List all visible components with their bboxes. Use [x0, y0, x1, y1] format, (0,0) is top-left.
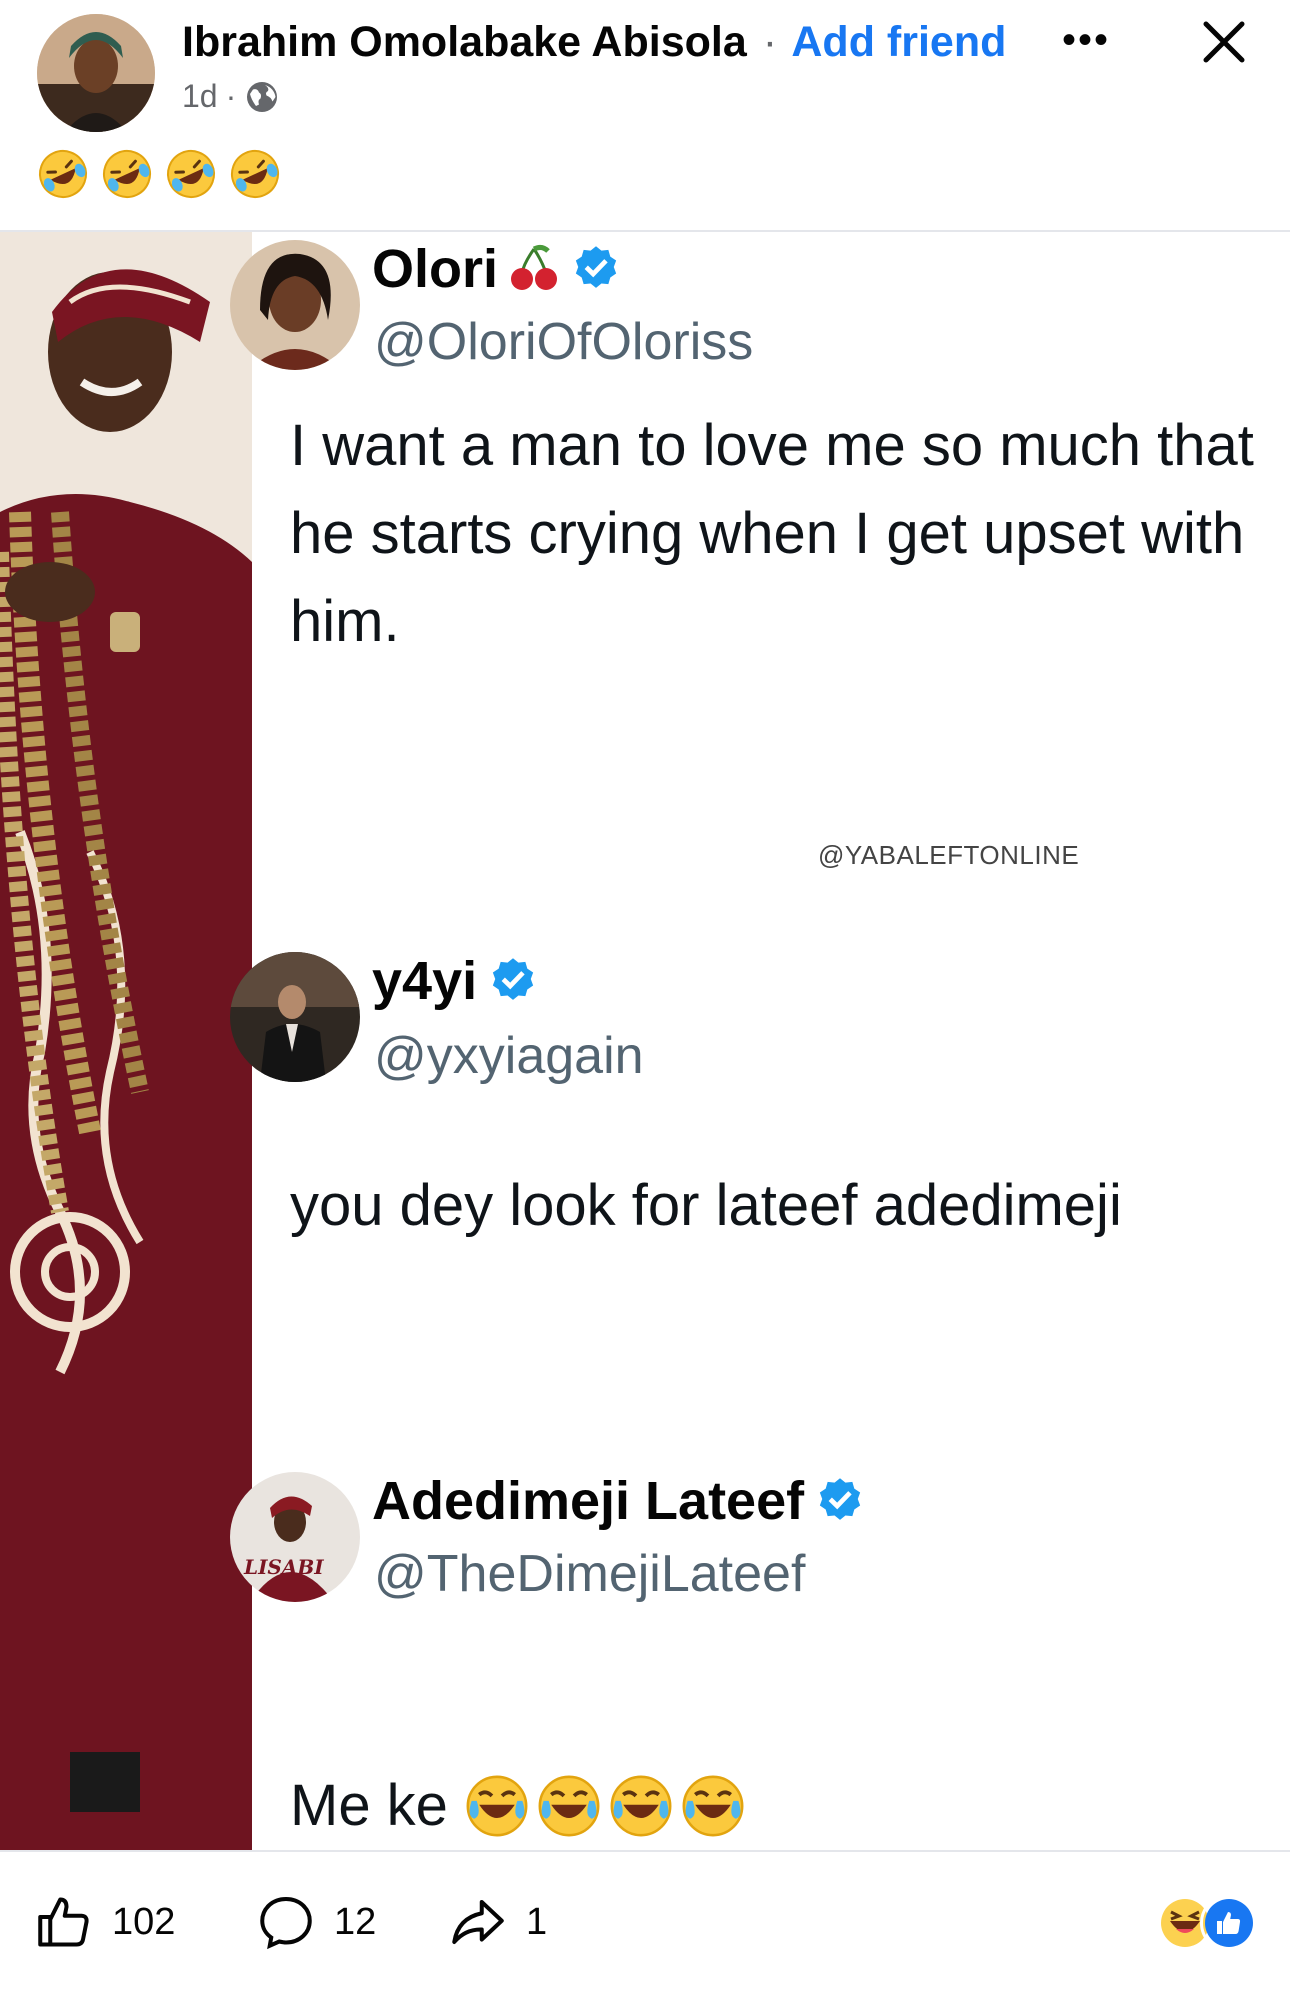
rolling-laughing-emoji-icon [39, 150, 87, 198]
tweet-screenshot: Olori @OloriOfOloriss I want a man to lo… [230, 232, 1290, 1850]
tweet-text-line: Me ke [290, 1762, 746, 1850]
share-count: 1 [526, 1900, 548, 1943]
tears-of-joy-emoji-icon [538, 1775, 600, 1837]
meta-separator: · [225, 78, 237, 114]
author-name[interactable]: Ibrahim Omolabake Abisola [182, 18, 747, 66]
tweet-text: you dey look for lateef adedimeji [290, 1173, 1122, 1238]
tweet-text: I want a man to love me so much that he … [290, 413, 1254, 654]
author-line: Ibrahim Omolabake Abisola · Add friend [182, 18, 1006, 67]
author-avatar[interactable] [37, 14, 155, 132]
tweet-handle: @OloriOfOloriss [374, 313, 754, 371]
share-icon [452, 1900, 504, 1944]
cherries-emoji-icon [511, 244, 558, 290]
tears-of-joy-emoji-icon [682, 1775, 744, 1837]
header-separator: · [762, 18, 778, 66]
comment-count: 12 [334, 1900, 377, 1943]
rolling-laughing-emoji-icon [231, 150, 279, 198]
tweet-handle: @TheDimejiLateef [374, 1545, 806, 1603]
like-button[interactable]: 102 [34, 1892, 175, 1952]
watermark: @YABALEFTONLINE [818, 840, 1080, 870]
comment-icon [260, 1896, 312, 1950]
tweet-author-name: y4yi [372, 950, 539, 1012]
verified-badge-icon [575, 246, 617, 288]
tweet-handle: @yxyiagain [374, 1027, 644, 1085]
man-in-agbada-photo [0, 232, 252, 1850]
globe-icon [247, 81, 278, 112]
rolling-laughing-emoji-icon [167, 150, 215, 198]
post-image[interactable]: Olori @OloriOfOloriss I want a man to lo… [0, 230, 1290, 1850]
verified-badge-icon [819, 1478, 861, 1520]
tears-of-joy-emoji-icon [466, 1775, 528, 1837]
tweet-text: Me ke [290, 1773, 448, 1838]
tweet-avatar [230, 240, 360, 370]
like-count: 102 [112, 1900, 176, 1943]
tweet-avatar: LISABI [230, 1472, 360, 1602]
post-caption [37, 148, 281, 200]
verified-badge-icon [492, 958, 534, 1000]
tears-of-joy-emoji-icon [610, 1775, 672, 1837]
tweet-avatar [230, 952, 360, 1082]
more-options-icon[interactable]: ••• [1062, 18, 1110, 63]
avatar-logo-text: LISABI [243, 1555, 324, 1579]
close-icon[interactable] [1196, 14, 1252, 70]
post-time[interactable]: 1d [182, 78, 218, 115]
tweet-author-name: Olori [372, 238, 622, 300]
post-meta: 1d · [182, 78, 280, 115]
share-button[interactable]: 1 [448, 1892, 547, 1952]
like-reaction-icon [1200, 1894, 1258, 1952]
post-header: Ibrahim Omolabake Abisola · Add friend 1… [0, 0, 1290, 230]
tweet-author-name: Adedimeji Lateef [372, 1470, 866, 1532]
add-friend-link[interactable]: Add friend [791, 18, 1006, 66]
rolling-laughing-emoji-icon [103, 150, 151, 198]
thumbs-up-icon [38, 1897, 89, 1947]
comment-button[interactable]: 12 [256, 1892, 376, 1952]
post-actions-bar: 102 12 1 [0, 1850, 1290, 1990]
reactions-summary[interactable] [1156, 1894, 1258, 1952]
